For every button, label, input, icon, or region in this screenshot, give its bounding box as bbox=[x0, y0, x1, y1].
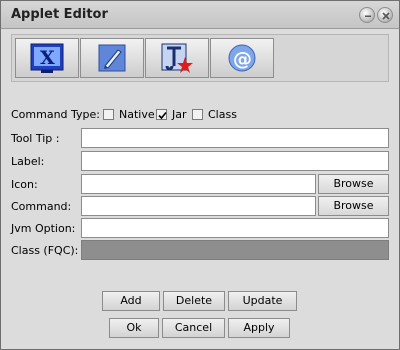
pencil-icon bbox=[98, 44, 126, 72]
tooltip-input[interactable] bbox=[81, 128, 389, 148]
title-bar[interactable]: Applet Editor bbox=[1, 1, 399, 29]
icon-toolbar: X @ bbox=[11, 34, 389, 82]
tooltip-label: Tool Tip : bbox=[11, 132, 60, 145]
java-tool-button[interactable] bbox=[145, 38, 209, 78]
icon-browse-button[interactable]: Browse bbox=[318, 174, 389, 194]
command-type-row: Command Type: Native Jar Class bbox=[11, 108, 271, 122]
checkmark-icon bbox=[158, 111, 167, 120]
pencil-tool-button[interactable] bbox=[80, 38, 144, 78]
icon-label: Icon: bbox=[11, 178, 38, 191]
svg-text:X: X bbox=[40, 47, 55, 69]
class-label: Class bbox=[208, 108, 237, 121]
class-fqc-input bbox=[81, 240, 389, 260]
add-button[interactable]: Add bbox=[102, 291, 160, 311]
close-icon bbox=[382, 12, 390, 20]
at-sign-tool-button[interactable]: @ bbox=[210, 38, 274, 78]
label-label: Label: bbox=[11, 155, 45, 168]
command-label: Command: bbox=[11, 200, 72, 213]
jar-label: Jar bbox=[172, 108, 187, 121]
ok-button[interactable]: Ok bbox=[109, 318, 159, 338]
svg-text:@: @ bbox=[233, 48, 252, 70]
cancel-button[interactable]: Cancel bbox=[162, 318, 225, 338]
delete-button[interactable]: Delete bbox=[163, 291, 225, 311]
x-window-icon: X bbox=[30, 43, 64, 73]
window-title: Applet Editor bbox=[11, 7, 108, 22]
native-label: Native bbox=[119, 108, 155, 121]
command-type-label: Command Type: bbox=[11, 108, 101, 121]
java-icon bbox=[161, 43, 193, 73]
close-button[interactable] bbox=[377, 7, 393, 23]
apply-button[interactable]: Apply bbox=[228, 318, 290, 338]
native-checkbox[interactable] bbox=[103, 109, 114, 120]
label-input[interactable] bbox=[81, 151, 389, 171]
command-browse-button[interactable]: Browse bbox=[318, 196, 389, 216]
command-input[interactable] bbox=[81, 196, 316, 216]
class-fqc-label: Class (FQC): bbox=[11, 244, 79, 257]
update-button[interactable]: Update bbox=[228, 291, 297, 311]
icon-input[interactable] bbox=[81, 174, 316, 194]
jvm-option-input[interactable] bbox=[81, 218, 389, 238]
minimize-button[interactable] bbox=[359, 7, 375, 23]
class-checkbox[interactable] bbox=[192, 109, 203, 120]
minimize-icon bbox=[365, 15, 371, 17]
jar-checkbox[interactable] bbox=[156, 109, 167, 120]
jvm-option-label: Jvm Option: bbox=[11, 222, 76, 235]
x-window-tool-button[interactable]: X bbox=[15, 38, 79, 78]
at-sign-icon: @ bbox=[228, 44, 256, 72]
applet-editor-window: Applet Editor X @ Command Type: Native J… bbox=[0, 0, 400, 350]
